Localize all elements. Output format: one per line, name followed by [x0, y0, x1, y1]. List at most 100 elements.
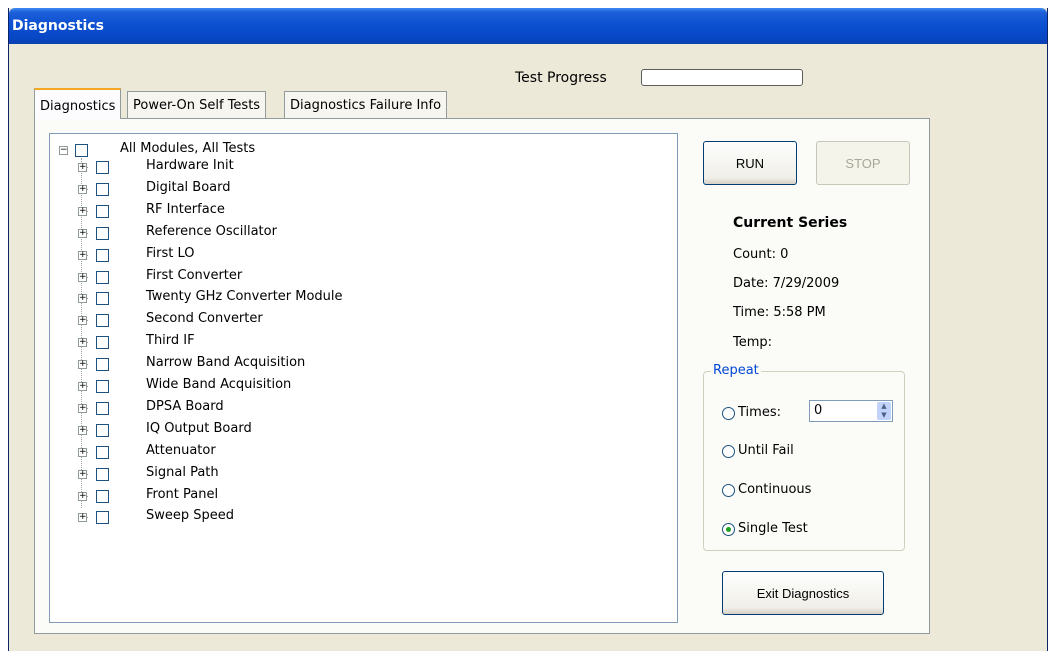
expand-icon[interactable]: +: [78, 250, 87, 260]
tree-item-label: Wide Band Acquisition: [146, 377, 292, 392]
tree-item-label: RF Interface: [146, 201, 225, 217]
tree-item[interactable]: + Second Converter: [50, 309, 650, 331]
times-radio[interactable]: [722, 407, 735, 420]
expand-icon[interactable]: +: [78, 447, 87, 457]
tree-item[interactable]: + Hardware Init: [50, 156, 650, 178]
tree-item[interactable]: + Attenuator: [50, 441, 650, 463]
tree-item[interactable]: + Signal Path: [50, 463, 650, 485]
tree-item-checkbox[interactable]: [96, 489, 109, 503]
diagnostics-tab-panel: − All Modules, All Tests + Hardware Init +…: [34, 118, 930, 634]
tree-item[interactable]: + First LO: [50, 244, 650, 266]
run-button[interactable]: RUN: [703, 141, 797, 185]
tree-item-label: Front Panel: [146, 486, 219, 502]
current-series-heading: Current Series: [733, 215, 848, 231]
radio-selected-dot: [726, 527, 731, 532]
expand-icon[interactable]: +: [78, 316, 87, 326]
series-date: Date: 7/29/2009: [733, 276, 840, 291]
tree-item[interactable]: + Third IF: [50, 331, 650, 353]
expand-icon[interactable]: +: [78, 163, 87, 172]
tree-item[interactable]: + IQ Output Board: [50, 419, 650, 441]
continuous-label: Continuous: [738, 482, 812, 497]
tree-item-checkbox[interactable]: [96, 204, 109, 218]
times-spinner[interactable]: 0 ▲ ▼: [809, 400, 893, 422]
tree-item[interactable]: + Front Panel: [50, 485, 650, 507]
tree-item-label: Digital Board: [146, 179, 231, 195]
tree-item-checkbox[interactable]: [96, 182, 109, 196]
diagnostics-window: Diagnostics Test Progress Diagnostics Po…: [8, 8, 1048, 651]
tree-item[interactable]: + Twenty GHz Converter Module: [50, 287, 650, 309]
until-fail-radio[interactable]: [722, 445, 735, 458]
expand-icon[interactable]: +: [78, 403, 87, 413]
expand-icon[interactable]: +: [78, 382, 87, 391]
exit-diagnostics-button[interactable]: Exit Diagnostics: [722, 571, 884, 615]
tree-item-checkbox[interactable]: [96, 292, 109, 306]
tree-item-label: First Converter: [146, 267, 243, 283]
test-progress-label: Test Progress: [515, 70, 607, 86]
expand-icon[interactable]: +: [78, 425, 87, 435]
until-fail-label: Until Fail: [738, 443, 794, 458]
times-label: Times:: [738, 405, 781, 420]
tab-diagnostics[interactable]: Diagnostics: [34, 88, 122, 119]
expand-icon[interactable]: +: [78, 206, 87, 216]
tree-item-checkbox[interactable]: [96, 467, 109, 481]
expand-icon[interactable]: +: [78, 469, 87, 479]
single-test-label: Single Test: [738, 521, 808, 536]
tree-item-label: Twenty GHz Converter Module: [146, 289, 343, 305]
tree-item-label: Reference Oscillator: [146, 223, 277, 239]
test-progress-bar: [641, 69, 803, 86]
tree-item[interactable]: + Digital Board: [50, 178, 650, 200]
tree-root-item[interactable]: − All Modules, All Tests: [50, 134, 650, 157]
expand-icon[interactable]: +: [78, 513, 87, 523]
expand-icon[interactable]: +: [78, 228, 87, 238]
times-value: 0: [814, 403, 823, 418]
tree-item-checkbox[interactable]: [96, 336, 109, 350]
tree-item[interactable]: + Reference Oscillator: [50, 222, 650, 244]
expand-icon[interactable]: +: [78, 184, 87, 194]
tree-item-label: Signal Path: [146, 464, 219, 480]
tree-item-checkbox[interactable]: [96, 511, 109, 525]
tree-item-label: Third IF: [146, 333, 195, 349]
expand-icon[interactable]: +: [78, 360, 87, 370]
tree-item[interactable]: + Narrow Band Acquisition: [50, 353, 650, 375]
tree-item-label: Second Converter: [146, 311, 263, 327]
tree-item[interactable]: + RF Interface: [50, 200, 650, 222]
spinner-arrows-icon[interactable]: ▲ ▼: [877, 402, 891, 420]
tree-item-label: First LO: [146, 245, 195, 261]
tree-item-label: Narrow Band Acquisition: [146, 355, 306, 371]
tree-item-checkbox[interactable]: [96, 314, 109, 328]
stop-button[interactable]: STOP: [816, 141, 910, 185]
expand-icon[interactable]: +: [78, 272, 87, 282]
title-bar[interactable]: Diagnostics: [9, 8, 1047, 44]
tab-power-on-self-tests[interactable]: Power-On Self Tests: [127, 91, 267, 118]
expand-icon[interactable]: +: [78, 491, 87, 501]
test-tree[interactable]: − All Modules, All Tests + Hardware Init +…: [49, 133, 678, 623]
single-test-radio[interactable]: [722, 523, 735, 536]
tree-item[interactable]: + Wide Band Acquisition: [50, 375, 650, 397]
collapse-icon[interactable]: −: [59, 146, 68, 155]
tree-item-checkbox[interactable]: [96, 270, 109, 284]
tree-item-checkbox[interactable]: [96, 423, 109, 437]
tree-root-label: All Modules, All Tests: [120, 141, 256, 156]
series-count: Count: 0: [733, 247, 789, 262]
window-title: Diagnostics: [12, 18, 104, 34]
tree-item[interactable]: + Sweep Speed: [50, 506, 650, 528]
tab-diagnostics-failure-info[interactable]: Diagnostics Failure Info: [284, 91, 448, 118]
tree-item[interactable]: + DPSA Board: [50, 397, 650, 419]
tree-item-label: Sweep Speed: [146, 508, 235, 524]
tree-item-checkbox[interactable]: [96, 226, 109, 240]
tree-item-label: IQ Output Board: [146, 420, 252, 436]
tree-item-checkbox[interactable]: [96, 401, 109, 415]
tree-item-checkbox[interactable]: [96, 358, 109, 372]
tree-item[interactable]: + First Converter: [50, 266, 650, 288]
continuous-radio[interactable]: [722, 484, 735, 497]
repeat-groupbox: Repeat Times: 0 ▲ ▼ Until Fail Continuous…: [703, 363, 905, 551]
tree-item-checkbox[interactable]: [96, 380, 109, 393]
tree-item-label: Hardware Init: [146, 158, 234, 173]
tree-item-checkbox[interactable]: [96, 445, 109, 459]
expand-icon[interactable]: +: [78, 338, 87, 348]
expand-icon[interactable]: +: [78, 294, 87, 304]
tree-item-checkbox[interactable]: [96, 248, 109, 262]
tree-item-label: Attenuator: [146, 442, 216, 458]
tree-item-label: DPSA Board: [146, 398, 224, 414]
tree-item-checkbox[interactable]: [96, 161, 109, 174]
